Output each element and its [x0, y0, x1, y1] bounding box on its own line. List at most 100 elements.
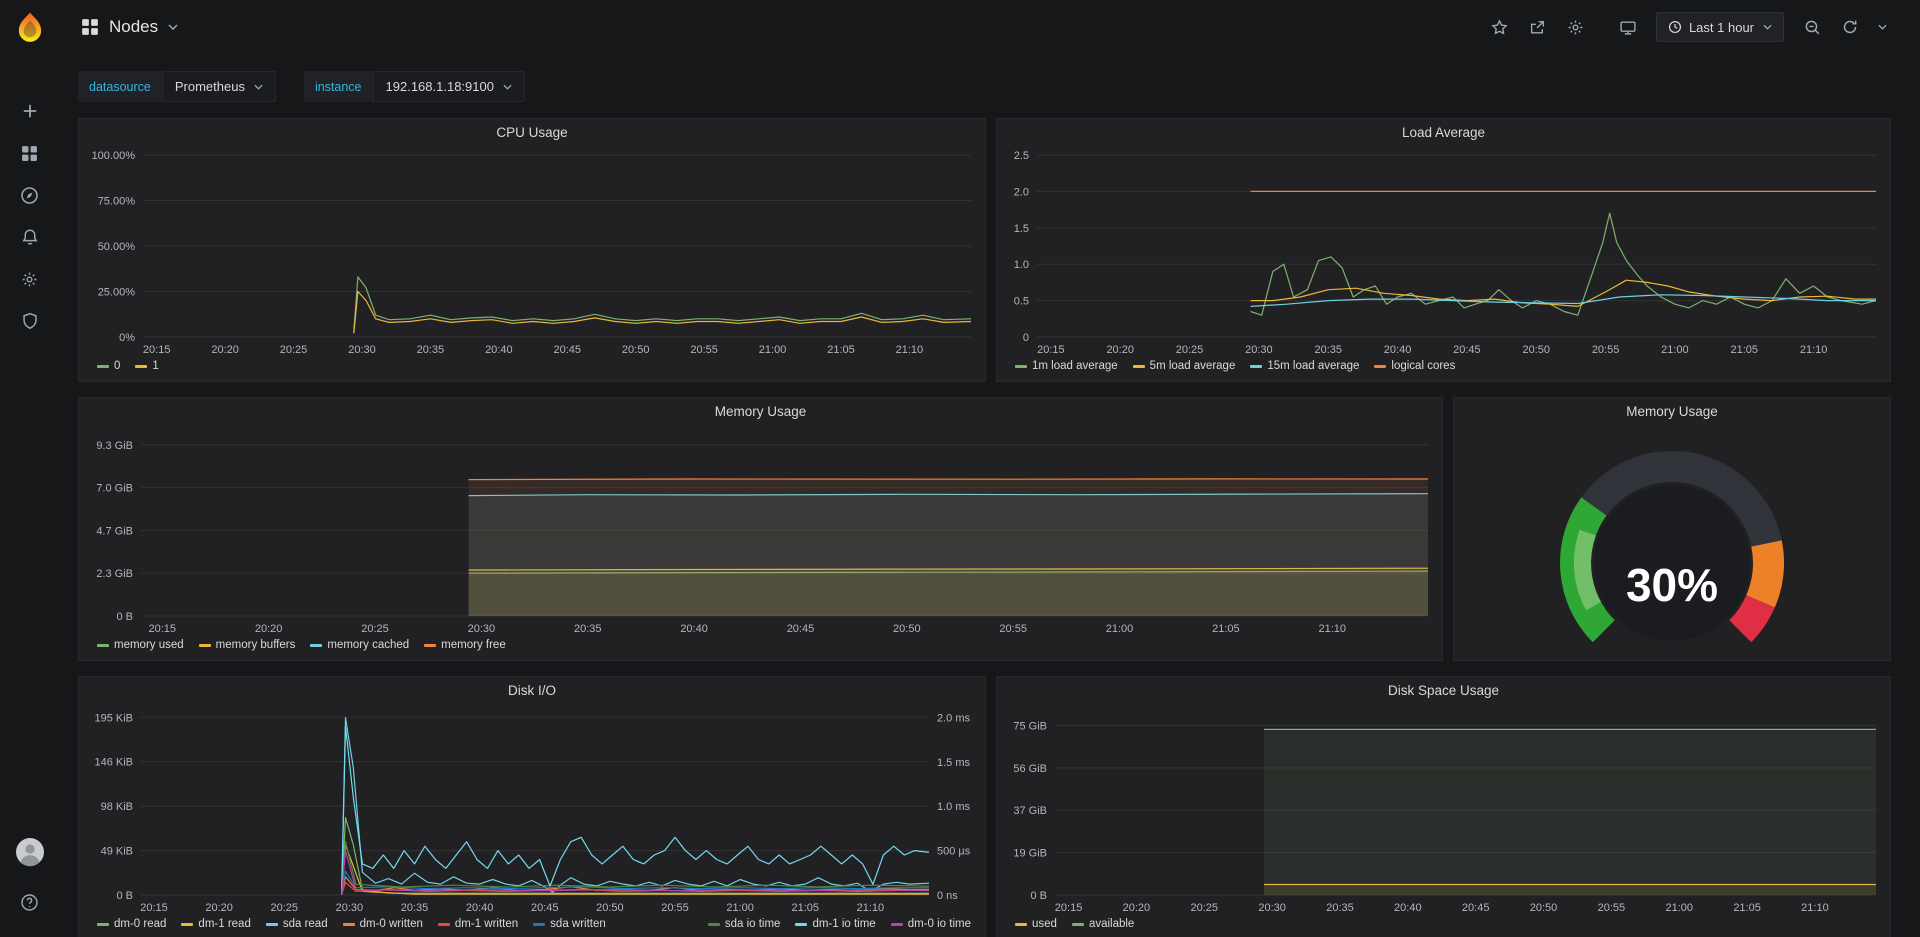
legend-item[interactable]: sda read — [266, 918, 328, 930]
legend-swatch — [266, 923, 278, 926]
user-avatar[interactable] — [8, 831, 52, 873]
legend-swatch — [438, 923, 450, 926]
legend-swatch — [1072, 923, 1084, 926]
svg-text:20:50: 20:50 — [622, 344, 650, 356]
datasource-value: Prometheus — [175, 79, 245, 94]
variable-label: instance — [304, 71, 373, 102]
refresh-icon[interactable] — [1836, 13, 1864, 41]
svg-text:21:05: 21:05 — [1733, 902, 1761, 914]
svg-text:21:05: 21:05 — [827, 344, 855, 356]
svg-text:21:00: 21:00 — [759, 344, 787, 356]
svg-text:21:05: 21:05 — [1730, 344, 1758, 356]
legend-label: logical cores — [1391, 360, 1455, 372]
svg-text:20:25: 20:25 — [271, 902, 299, 914]
legend-item[interactable]: 0 — [97, 360, 120, 372]
sidebar-item-alerting[interactable] — [8, 216, 52, 258]
svg-text:20:20: 20:20 — [211, 344, 239, 356]
legend-item[interactable]: sda written — [533, 918, 606, 930]
disk-io-chart: 0 B49 KiB98 KiB146 KiB195 KiB0 ns500 µs1… — [79, 705, 985, 915]
svg-text:20:25: 20:25 — [280, 344, 308, 356]
legend-item[interactable]: sda io time — [708, 918, 781, 930]
svg-text:9.3 GiB: 9.3 GiB — [96, 440, 133, 452]
sidebar-item-help[interactable] — [8, 881, 52, 923]
legend-item[interactable]: dm-0 written — [343, 918, 423, 930]
dashboard-settings-icon[interactable] — [1562, 13, 1590, 41]
legend-label: memory free — [441, 639, 506, 651]
svg-text:20:50: 20:50 — [596, 902, 624, 914]
panel-title[interactable]: Disk Space Usage — [997, 677, 1890, 705]
legend-item[interactable]: 1 — [135, 360, 158, 372]
panel-title[interactable]: Memory Usage — [1454, 398, 1890, 426]
legend-label: 1 — [152, 360, 158, 372]
legend-item[interactable]: memory cached — [310, 639, 409, 651]
disk-space-chart: 0 B19 GiB37 GiB56 GiB75 GiB20:1520:2020:… — [997, 705, 1890, 915]
legend-label: 15m load average — [1267, 360, 1359, 372]
legend-label: 5m load average — [1150, 360, 1236, 372]
load-average-legend: 1m load average 5m load average 15m load a… — [997, 357, 1890, 381]
panel-load-average: Load Average 00.51.01.52.02.520:1520:202… — [996, 118, 1891, 382]
refresh-interval-chevron-icon[interactable] — [1874, 13, 1890, 41]
svg-text:20:45: 20:45 — [1462, 902, 1490, 914]
memory-usage-legend: memory used memory buffers memory cached me… — [79, 636, 1442, 660]
svg-text:20:55: 20:55 — [661, 902, 689, 914]
legend-item[interactable]: dm-1 io time — [795, 918, 875, 930]
legend-item[interactable]: dm-1 read — [181, 918, 250, 930]
legend-item[interactable]: dm-0 io time — [891, 918, 971, 930]
legend-item[interactable]: memory buffers — [199, 639, 296, 651]
sidebar-item-create[interactable] — [8, 90, 52, 132]
legend-item[interactable]: available — [1072, 918, 1134, 930]
cycle-view-monitor-icon[interactable] — [1614, 13, 1642, 41]
alerting-bell-icon — [21, 228, 39, 246]
time-range-picker[interactable]: Last 1 hour — [1656, 12, 1784, 42]
grafana-logo[interactable] — [10, 8, 50, 48]
dashboard-title[interactable]: Nodes — [109, 17, 158, 37]
legend-item[interactable]: 1m load average — [1015, 360, 1118, 372]
sidebar-item-configuration[interactable] — [8, 258, 52, 300]
svg-text:2.3 GiB: 2.3 GiB — [96, 568, 133, 580]
svg-text:0.5: 0.5 — [1014, 296, 1029, 308]
panel-title[interactable]: Disk I/O — [79, 677, 985, 705]
panel-title[interactable]: CPU Usage — [79, 119, 985, 147]
svg-text:20:55: 20:55 — [1592, 344, 1620, 356]
panel-title[interactable]: Load Average — [997, 119, 1890, 147]
legend-swatch — [1133, 365, 1145, 368]
svg-text:20:35: 20:35 — [417, 344, 445, 356]
svg-text:21:05: 21:05 — [791, 902, 819, 914]
svg-text:1.0 ms: 1.0 ms — [937, 801, 971, 813]
svg-text:20:40: 20:40 — [1384, 344, 1412, 356]
panel-title[interactable]: Memory Usage — [79, 398, 1442, 426]
load-average-chart: 00.51.01.52.02.520:1520:2020:2520:3020:3… — [997, 147, 1890, 357]
svg-text:20:35: 20:35 — [1326, 902, 1354, 914]
legend-item[interactable]: dm-0 read — [97, 918, 166, 930]
legend-item[interactable]: dm-1 written — [438, 918, 518, 930]
dashboard-nav-title: Nodes — [81, 17, 178, 37]
legend-item[interactable]: memory free — [424, 639, 506, 651]
svg-text:56 GiB: 56 GiB — [1013, 763, 1047, 775]
svg-text:49 KiB: 49 KiB — [101, 846, 133, 858]
instance-dropdown[interactable]: 192.168.1.18:9100 — [373, 71, 525, 102]
legend-item[interactable]: used — [1015, 918, 1057, 930]
legend-item[interactable]: 15m load average — [1250, 360, 1359, 372]
legend-item[interactable]: logical cores — [1374, 360, 1455, 372]
avatar-icon — [15, 837, 45, 867]
sidebar-item-dashboards[interactable] — [8, 132, 52, 174]
svg-text:2.0 ms: 2.0 ms — [937, 712, 971, 724]
sidebar-item-explore[interactable] — [8, 174, 52, 216]
chevron-down-icon[interactable] — [168, 24, 178, 30]
star-icon[interactable] — [1486, 13, 1514, 41]
sidebar-item-server-admin[interactable] — [8, 300, 52, 342]
svg-text:25.00%: 25.00% — [98, 287, 136, 299]
svg-text:20:20: 20:20 — [205, 902, 233, 914]
svg-text:1.5 ms: 1.5 ms — [937, 757, 971, 769]
datasource-dropdown[interactable]: Prometheus — [162, 71, 276, 102]
svg-text:21:00: 21:00 — [1106, 623, 1134, 635]
zoom-out-icon[interactable] — [1798, 13, 1826, 41]
svg-text:0%: 0% — [119, 332, 135, 344]
share-icon[interactable] — [1524, 13, 1552, 41]
legend-item[interactable]: memory used — [97, 639, 184, 651]
legend-item[interactable]: 5m load average — [1133, 360, 1236, 372]
svg-text:98 KiB: 98 KiB — [101, 801, 133, 813]
svg-text:20:55: 20:55 — [999, 623, 1027, 635]
apps-grid-icon[interactable] — [81, 18, 99, 36]
chevron-down-icon — [503, 84, 512, 90]
